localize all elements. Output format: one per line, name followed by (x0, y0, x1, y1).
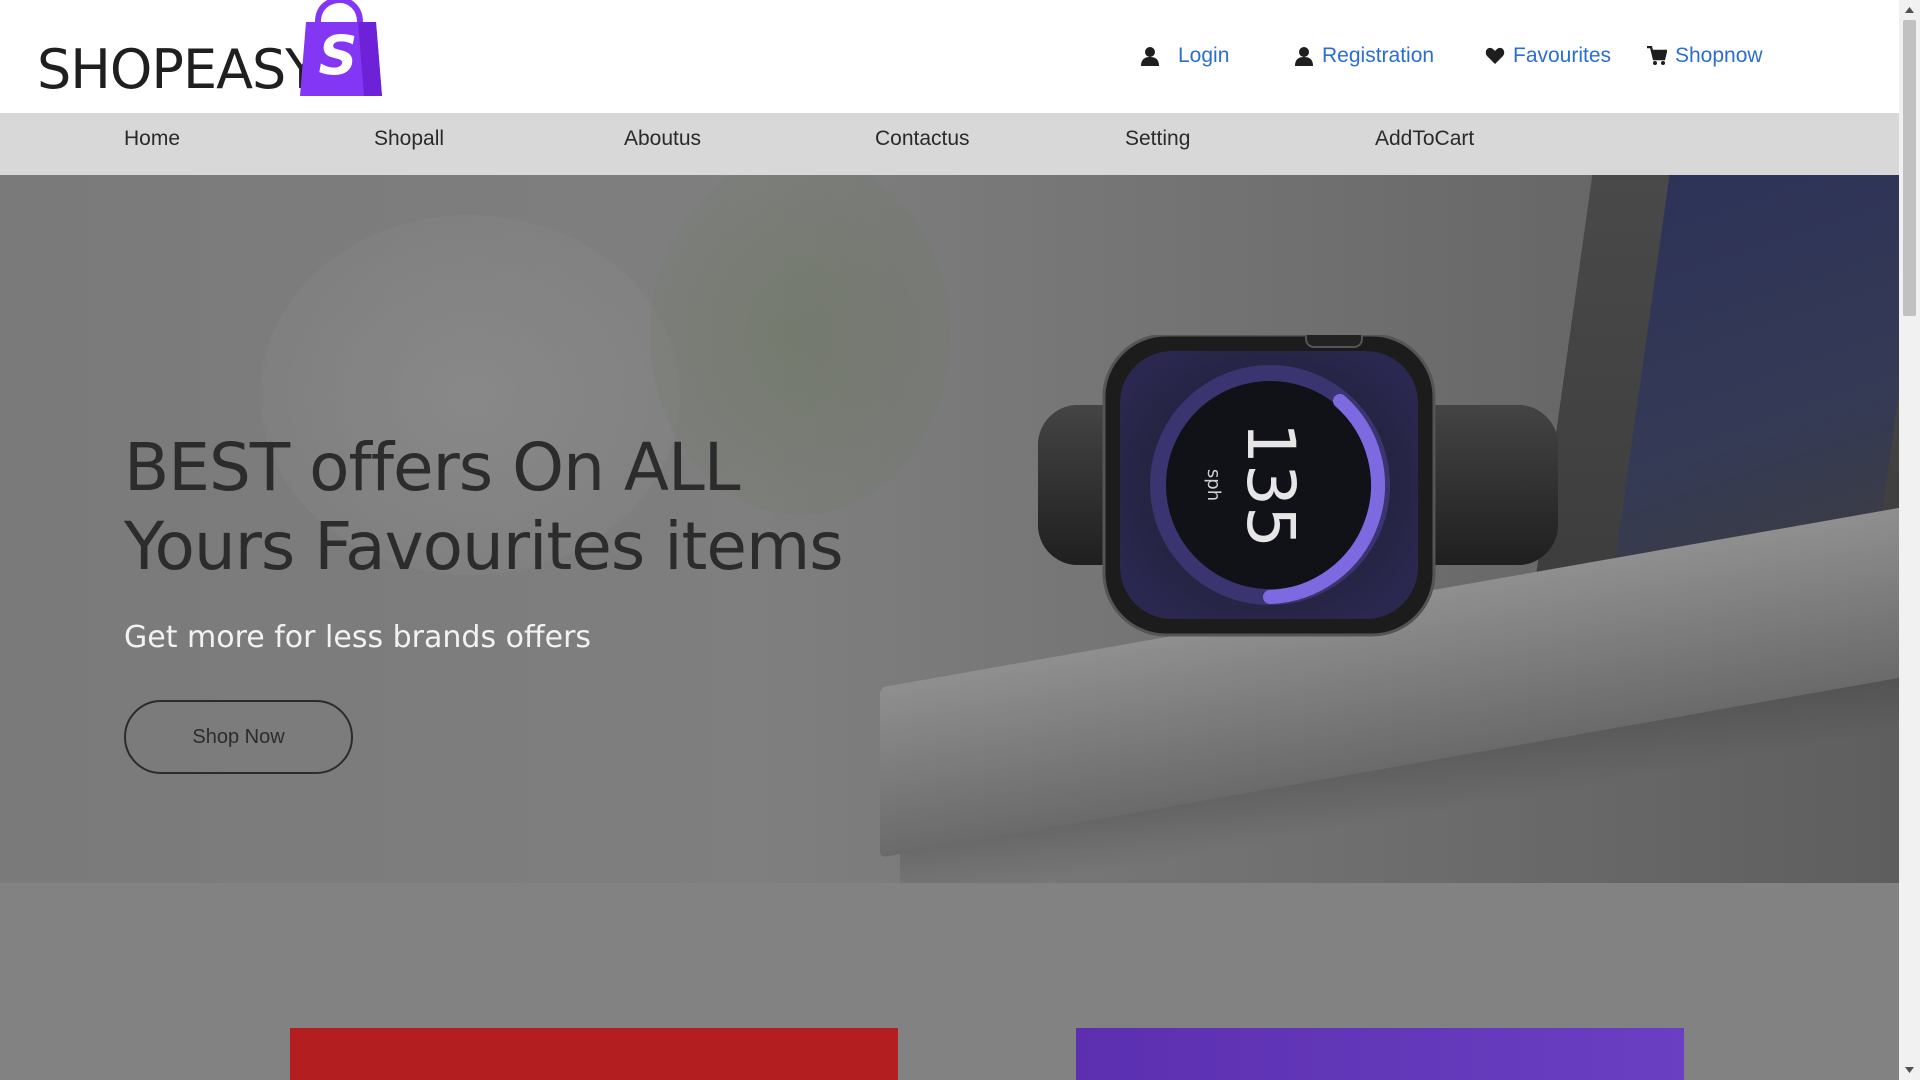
favourites-label: Favourites (1513, 44, 1612, 67)
registration-link[interactable]: Registration (1294, 44, 1434, 68)
shop-now-button[interactable]: Shop Now (124, 700, 353, 774)
shopnow-label: Shopnow (1675, 44, 1763, 67)
watch-reading: 135 (1232, 422, 1309, 548)
login-link[interactable]: Login (1140, 44, 1229, 68)
scroll-up-arrow-icon[interactable] (1899, 0, 1920, 20)
smartwatch-image: 135 sph (1038, 335, 1558, 637)
favourites-link[interactable]: Favourites (1485, 44, 1611, 68)
user-icon (1295, 47, 1313, 66)
brand-name[interactable]: SHOPEASY (37, 38, 318, 101)
hero-heading-line1: BEST offers On ALL (124, 429, 741, 506)
hero-subheading: Get more for less brands offers (124, 620, 592, 655)
hero-heading: BEST offers On ALL Yours Favourites item… (124, 428, 944, 586)
heart-icon (1485, 47, 1505, 64)
nav-contactus[interactable]: Contactus (875, 127, 970, 151)
nav-home[interactable]: Home (124, 127, 180, 151)
cart-icon (1647, 46, 1667, 65)
scrollbar-thumb[interactable] (1903, 20, 1916, 316)
scroll-down-arrow-icon[interactable] (1899, 1060, 1920, 1080)
offer-card-purple[interactable] (1076, 1028, 1684, 1080)
svg-text:S: S (319, 24, 358, 87)
nav-addtocart[interactable]: AddToCart (1375, 127, 1474, 151)
registration-label: Registration (1322, 44, 1435, 67)
shopnow-link[interactable]: Shopnow (1647, 44, 1763, 68)
user-icon (1141, 47, 1159, 66)
nav-setting[interactable]: Setting (1125, 127, 1190, 151)
offer-card-red[interactable] (290, 1028, 898, 1080)
shopping-bag-logo-icon[interactable]: S (296, 0, 384, 98)
top-header: SHOPEASY S Login Registration Favourites… (0, 0, 1899, 113)
nav-aboutus[interactable]: Aboutus (624, 127, 701, 151)
nav-shopall[interactable]: Shopall (374, 127, 444, 151)
watch-unit: sph (1203, 469, 1224, 501)
hero-heading-line2: Yours Favourites items (124, 508, 844, 585)
login-label: Login (1178, 44, 1230, 67)
